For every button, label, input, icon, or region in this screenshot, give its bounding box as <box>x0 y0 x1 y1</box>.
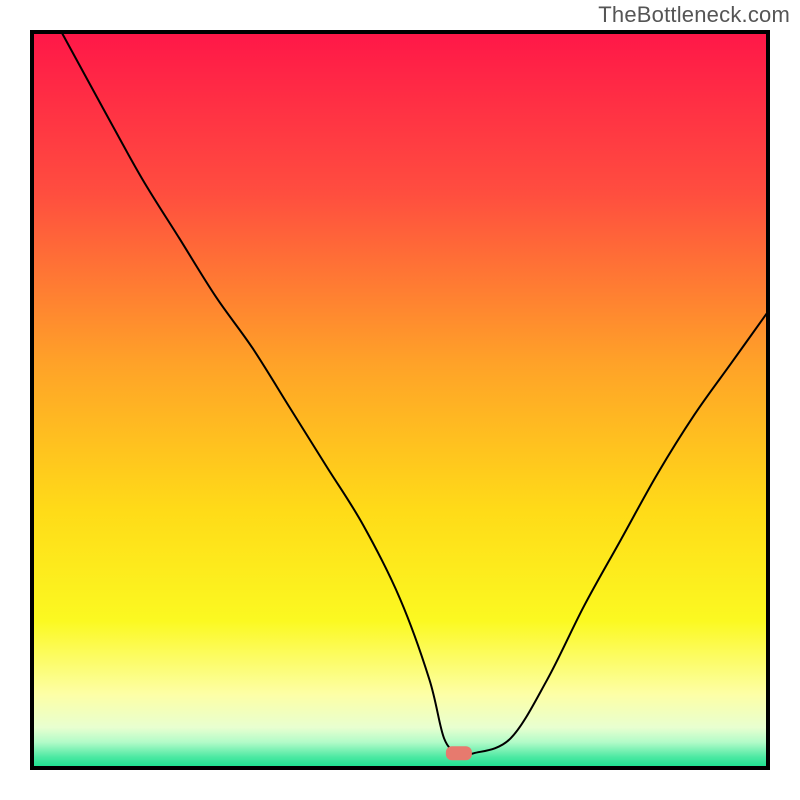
optimal-marker <box>446 746 472 760</box>
plot-background <box>32 32 768 768</box>
bottleneck-chart: TheBottleneck.com <box>0 0 800 800</box>
watermark-label: TheBottleneck.com <box>598 2 790 28</box>
chart-svg <box>0 0 800 800</box>
